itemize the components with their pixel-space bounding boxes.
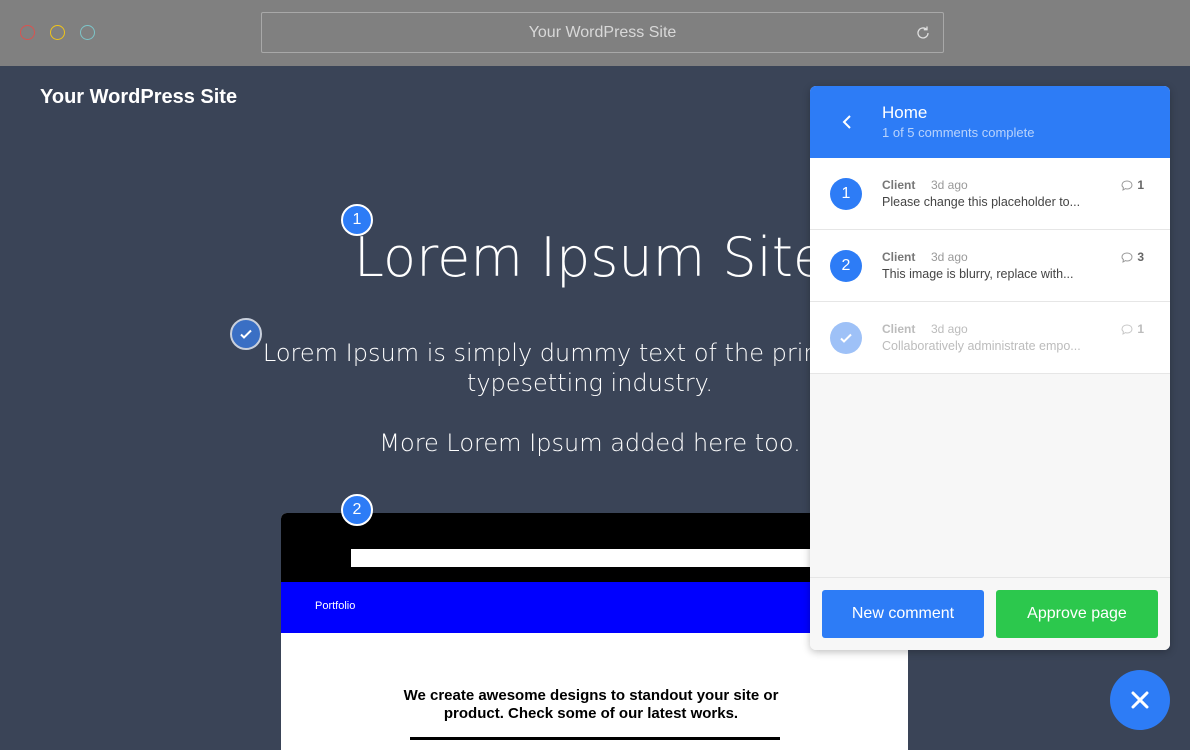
new-comment-button[interactable]: New comment bbox=[822, 590, 984, 638]
maximize-window-button[interactable] bbox=[80, 25, 95, 40]
comment-item[interactable]: 2 Client 3d ago This image is blurry, re… bbox=[810, 230, 1170, 302]
speech-bubble-icon bbox=[1121, 179, 1133, 191]
preview-nav-label: Portfolio bbox=[315, 600, 356, 612]
minimize-window-button[interactable] bbox=[50, 25, 65, 40]
browser-chrome: Your WordPress Site bbox=[0, 0, 1190, 66]
approve-page-button[interactable]: Approve page bbox=[996, 590, 1158, 638]
comment-pin-complete[interactable] bbox=[230, 318, 262, 350]
comment-author: Client bbox=[882, 322, 916, 336]
close-panel-button[interactable] bbox=[1110, 670, 1170, 730]
address-bar[interactable]: Your WordPress Site bbox=[261, 12, 944, 53]
preview-header-bar bbox=[351, 549, 871, 567]
reply-count-value: 1 bbox=[1137, 178, 1144, 192]
address-bar-title: Your WordPress Site bbox=[528, 24, 677, 41]
check-icon bbox=[840, 333, 852, 343]
preview-tagline: We create awesome designs to standout yo… bbox=[403, 687, 779, 722]
comment-author: Client bbox=[882, 178, 916, 192]
comment-author: Client bbox=[882, 250, 916, 264]
close-icon bbox=[1131, 691, 1149, 709]
reply-count: 3 bbox=[1121, 250, 1144, 264]
comment-pin-1[interactable]: 1 bbox=[341, 204, 373, 236]
reply-count: 1 bbox=[1121, 322, 1144, 336]
comment-text: Please change this placeholder to... bbox=[882, 195, 1081, 209]
comment-item[interactable]: 1 Client 3d ago Please change this place… bbox=[810, 158, 1170, 230]
comment-complete-badge bbox=[830, 322, 862, 354]
check-icon bbox=[240, 329, 252, 339]
reply-count-value: 1 bbox=[1137, 322, 1144, 336]
site-brand[interactable]: Your WordPress Site bbox=[40, 86, 237, 109]
comments-panel: Home 1 of 5 comments complete 1 Client 3… bbox=[810, 86, 1170, 650]
comment-number: 2 bbox=[830, 250, 862, 282]
comment-text: This image is blurry, replace with... bbox=[882, 267, 1074, 281]
back-icon[interactable] bbox=[838, 112, 858, 132]
comment-item-complete[interactable]: Client 3d ago Collaboratively administra… bbox=[810, 302, 1170, 374]
panel-title: Home bbox=[882, 103, 928, 122]
comment-number: 1 bbox=[830, 178, 862, 210]
speech-bubble-icon bbox=[1121, 251, 1133, 263]
panel-progress: 1 of 5 comments complete bbox=[882, 125, 1035, 140]
comment-time: 3d ago bbox=[931, 322, 968, 336]
comment-pin-2[interactable]: 2 bbox=[341, 494, 373, 526]
close-window-button[interactable] bbox=[20, 25, 35, 40]
reply-count: 1 bbox=[1121, 178, 1144, 192]
speech-bubble-icon bbox=[1121, 323, 1133, 335]
comment-text: Collaboratively administrate empo... bbox=[882, 339, 1081, 353]
reload-icon[interactable] bbox=[915, 25, 931, 41]
panel-header: Home 1 of 5 comments complete bbox=[810, 86, 1170, 158]
comment-time: 3d ago bbox=[931, 250, 968, 264]
panel-footer: New comment Approve page bbox=[810, 577, 1170, 650]
reply-count-value: 3 bbox=[1137, 250, 1144, 264]
preview-divider bbox=[410, 737, 780, 740]
comment-time: 3d ago bbox=[931, 178, 968, 192]
